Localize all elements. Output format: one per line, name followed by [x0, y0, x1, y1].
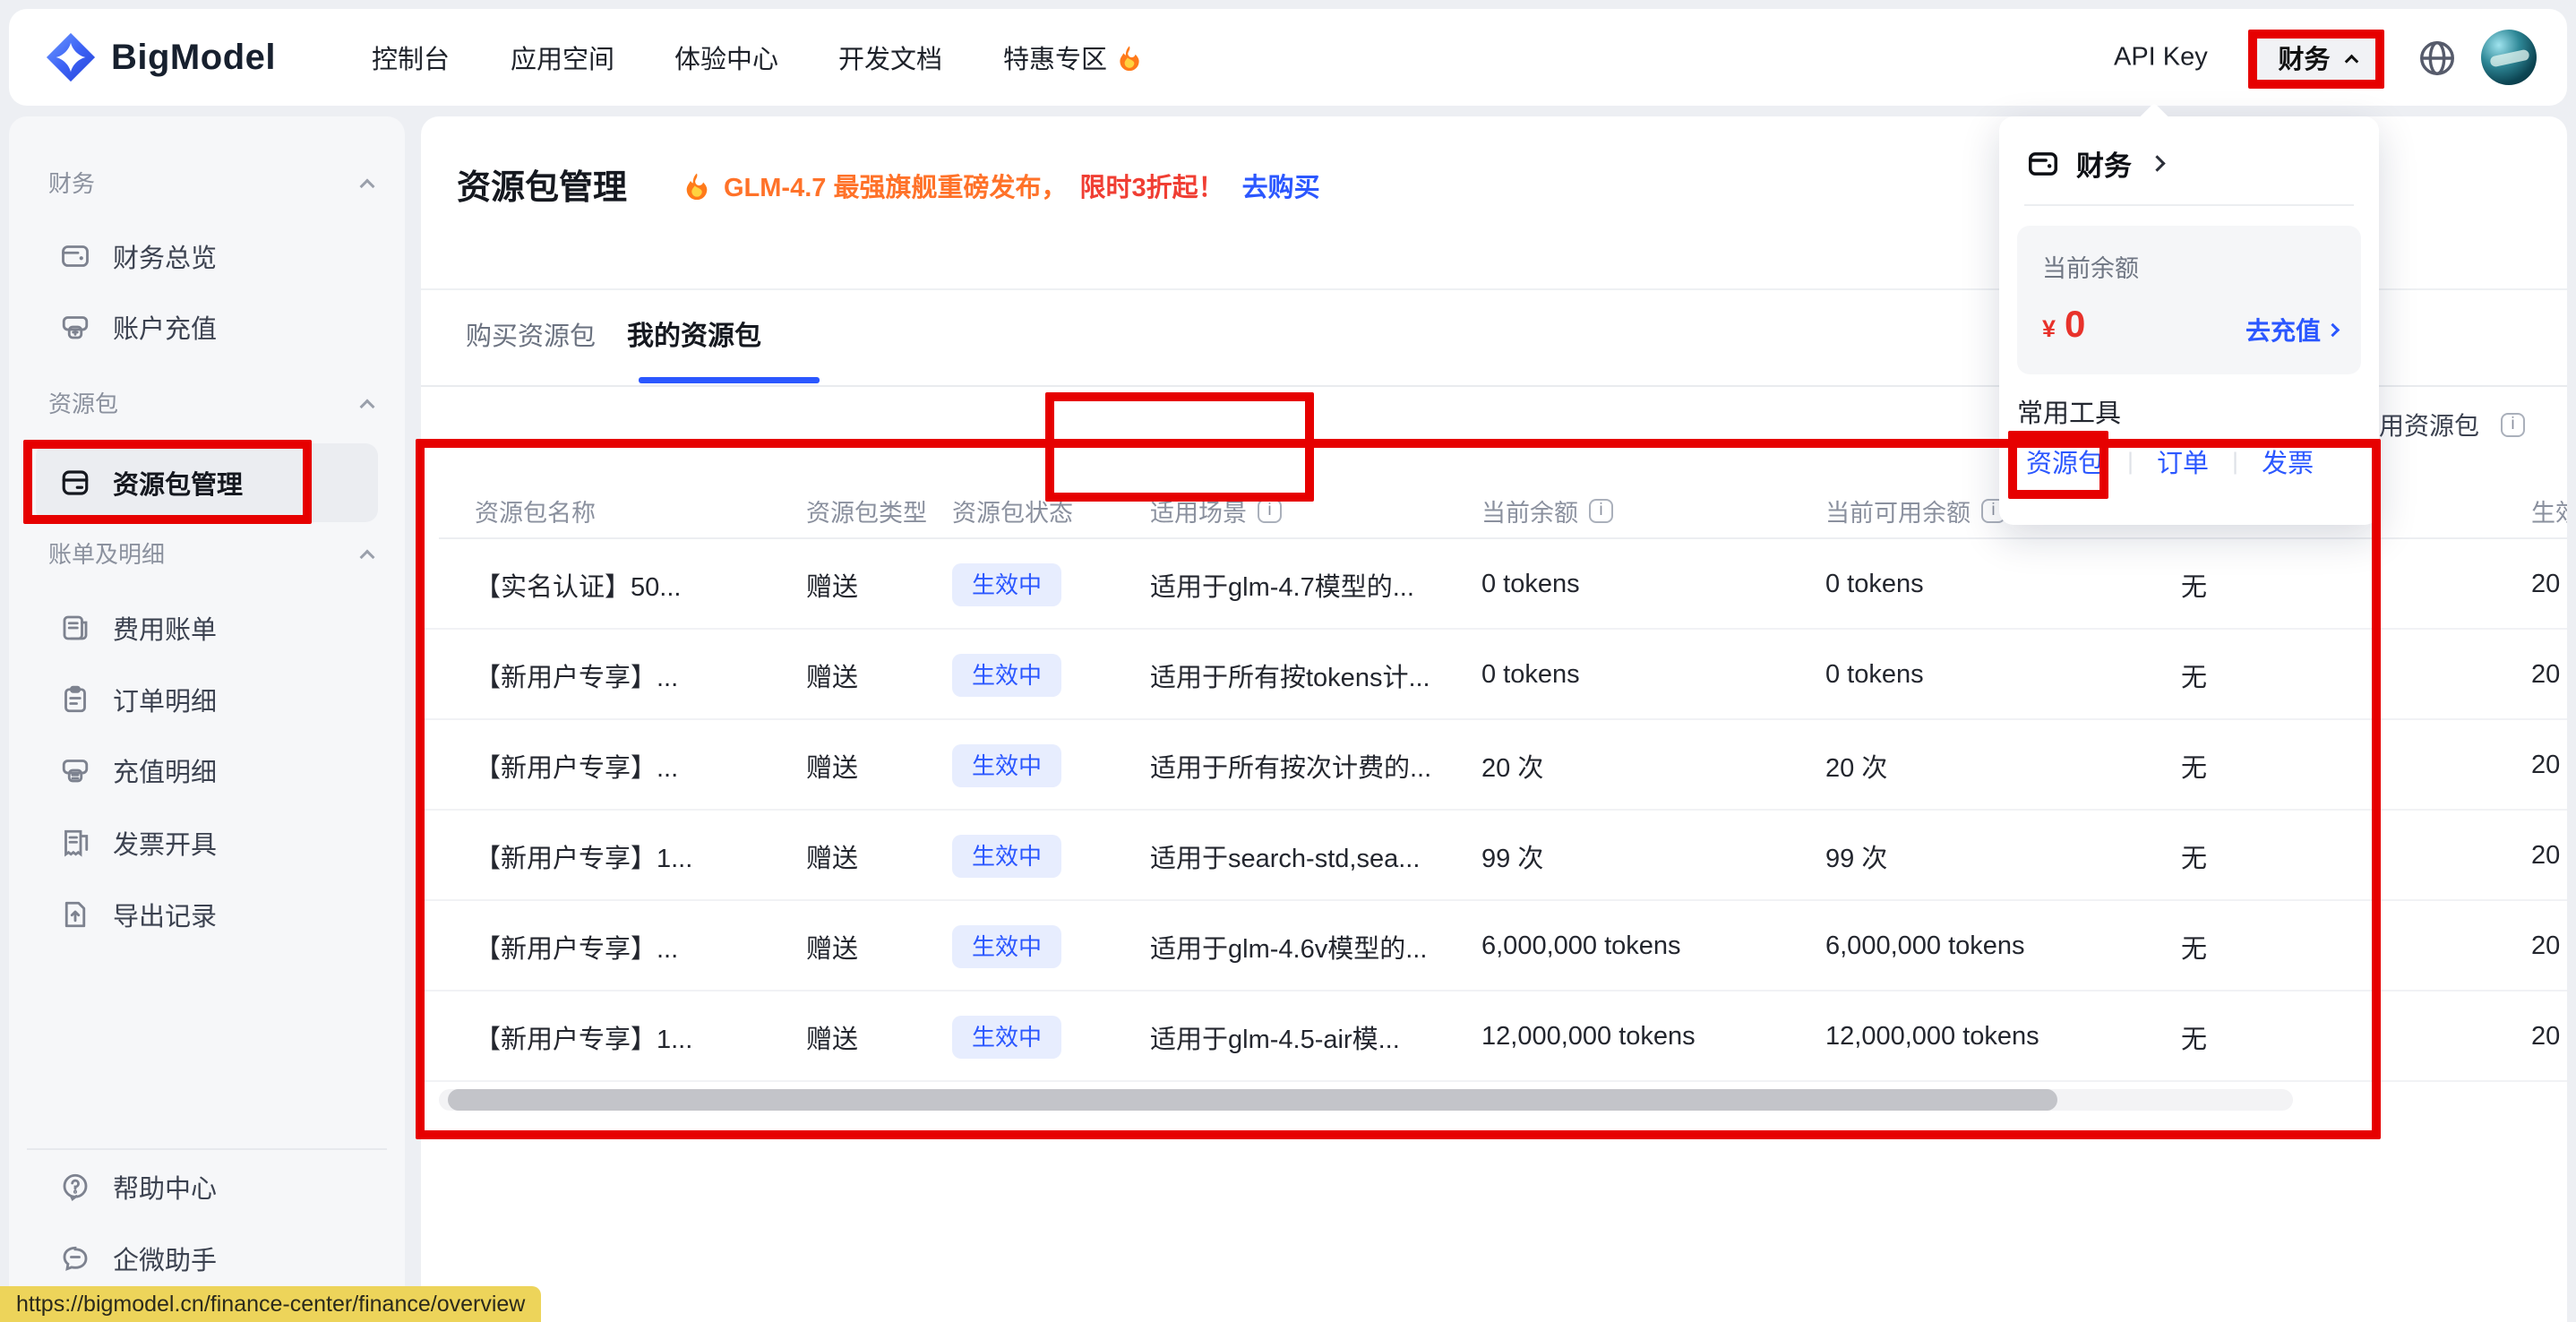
- sidebar-item-invoice[interactable]: 发票开具: [36, 811, 378, 875]
- table-cell: 20: [2531, 992, 2560, 1082]
- balance-label: 当前余额: [2042, 249, 2139, 284]
- top-navbar: BigModel 控制台 应用空间 体验中心 开发文档 特惠专区 API Key…: [9, 9, 2567, 106]
- sidebar-group-bills[interactable]: 账单及明细: [48, 538, 380, 567]
- sidebar-item-label: 帮助中心: [113, 1168, 217, 1206]
- sidebar-item-label: 财务总览: [113, 237, 217, 275]
- page-title: 资源包管理: [457, 159, 627, 209]
- sidebar-item-export-records[interactable]: 导出记录: [36, 882, 378, 947]
- dropdown-arrow: [2138, 103, 2171, 136]
- balance-card: 当前余额 ¥ 0 去充值: [2017, 226, 2361, 374]
- promo-buy-link[interactable]: 去购买: [1242, 167, 1320, 204]
- balance-value: 0: [2065, 303, 2085, 346]
- wallet-icon: [2026, 147, 2060, 181]
- annotation-box-sidebar-item: [23, 440, 312, 524]
- bill-icon: [59, 612, 91, 644]
- sidebar-item-label: 账户充值: [113, 308, 217, 346]
- balance-amount: ¥ 0: [2042, 303, 2085, 346]
- language-globe-icon[interactable]: [2417, 38, 2458, 79]
- nav-item-app-space[interactable]: 应用空间: [511, 39, 614, 76]
- annotation-box-dropdown-resource-link: [2008, 431, 2108, 499]
- recharge-label: 去充值: [2245, 312, 2321, 348]
- sidebar-item-recharge-details[interactable]: 充值明细: [36, 738, 378, 803]
- table-cell: 20: [2531, 901, 2560, 992]
- currency-symbol: ¥: [2042, 315, 2056, 343]
- wallet-icon: [59, 240, 91, 272]
- table-cell: 20: [2531, 630, 2560, 720]
- bigmodel-logo-icon: [45, 31, 97, 83]
- chevron-up-icon: [360, 399, 375, 415]
- nav-item-experience[interactable]: 体验中心: [674, 39, 778, 76]
- brand-name: BigModel: [111, 38, 276, 78]
- chevron-right-icon: [2326, 322, 2340, 337]
- sidebar-item-account-recharge[interactable]: 账户充值: [36, 295, 378, 359]
- promo-deal-text: 限时3折起！: [1079, 167, 1224, 204]
- sidebar-item-label: 导出记录: [113, 896, 217, 933]
- export-icon: [59, 898, 91, 931]
- sidebar-item-expense-bills[interactable]: 费用账单: [36, 596, 378, 660]
- table-cell: 20: [2531, 811, 2560, 901]
- sidebar-divider: [27, 1148, 387, 1150]
- filter-label: 用资源包: [2379, 407, 2479, 442]
- promo-banner: GLM-4.7 最强旗舰重磅发布， 限时3折起！ 去购买: [683, 167, 1320, 204]
- column-header: 生效时间: [2531, 484, 2567, 537]
- nav-item-docs[interactable]: 开发文档: [838, 39, 942, 76]
- active-tab-indicator: [639, 377, 820, 383]
- sidebar-item-finance-overview[interactable]: 财务总览: [36, 224, 378, 288]
- table-cell: 20: [2531, 720, 2560, 811]
- sidebar-item-order-details[interactable]: 订单明细: [36, 667, 378, 732]
- annotation-box-table: [416, 439, 2381, 1139]
- sidebar-item-wecom-assistant[interactable]: 企微助手: [36, 1226, 378, 1291]
- chevron-up-icon: [360, 550, 375, 565]
- sidebar-group-resource-package[interactable]: 资源包: [48, 388, 380, 416]
- chevron-right-icon: [2149, 155, 2165, 171]
- user-avatar[interactable]: [2481, 30, 2537, 85]
- dropdown-finance-link[interactable]: 财务: [2026, 143, 2163, 184]
- tab-my-resource-package[interactable]: 我的资源包: [627, 313, 761, 353]
- sidebar-group-finance[interactable]: 财务: [48, 167, 380, 196]
- nav-item-deals-label: 特惠专区: [1003, 39, 1107, 76]
- nav-item-deals[interactable]: 特惠专区: [1003, 39, 1143, 76]
- sidebar: 财务 财务总览 账户充值 资源包 资源包管理 账单及明细: [9, 116, 405, 1322]
- dropdown-title: 财务: [2076, 143, 2132, 184]
- sidebar-item-label: 企微助手: [113, 1240, 217, 1277]
- sidebar-item-label: 订单明细: [113, 681, 217, 718]
- nav-item-console[interactable]: 控制台: [372, 39, 450, 76]
- sidebar-item-label: 费用账单: [113, 609, 217, 647]
- sidebar-item-label: 充值明细: [113, 751, 217, 789]
- brand-logo[interactable]: BigModel: [45, 31, 276, 83]
- recharge-link[interactable]: 去充值: [2245, 312, 2338, 348]
- annotation-box-nav-finance: [2248, 30, 2384, 89]
- tab-buy-resource-package[interactable]: 购买资源包: [466, 315, 596, 353]
- table-cell: 20: [2531, 539, 2560, 630]
- show-available-packages-toggle[interactable]: 用资源包 i: [2379, 405, 2525, 444]
- recharge-detail-icon: [59, 754, 91, 786]
- promo-headline: GLM-4.7 最强旗舰重磅发布，: [724, 167, 1067, 204]
- fire-icon: [1116, 44, 1143, 71]
- bigmodel-finance-page: BigModel 控制台 应用空间 体验中心 开发文档 特惠专区 API Key…: [0, 0, 2576, 1322]
- recharge-icon: [59, 311, 91, 343]
- common-tools-label: 常用工具: [2017, 392, 2121, 430]
- info-icon[interactable]: i: [2501, 413, 2525, 437]
- nav-item-api-key[interactable]: API Key: [2114, 43, 2208, 73]
- sidebar-group-label: 账单及明细: [48, 537, 165, 570]
- browser-status-url: https://bigmodel.cn/finance-center/finan…: [0, 1286, 541, 1322]
- sidebar-group-label: 资源包: [48, 386, 118, 419]
- order-icon: [59, 683, 91, 716]
- dropdown-divider: [2024, 204, 2354, 206]
- sidebar-item-label: 发票开具: [113, 824, 217, 862]
- help-icon: [59, 1171, 91, 1203]
- chat-icon: [59, 1242, 91, 1275]
- sidebar-group-label: 财务: [48, 166, 95, 199]
- sidebar-item-help-center[interactable]: 帮助中心: [36, 1155, 378, 1219]
- invoice-icon: [59, 827, 91, 859]
- fire-icon: [683, 171, 711, 200]
- chevron-up-icon: [360, 179, 375, 194]
